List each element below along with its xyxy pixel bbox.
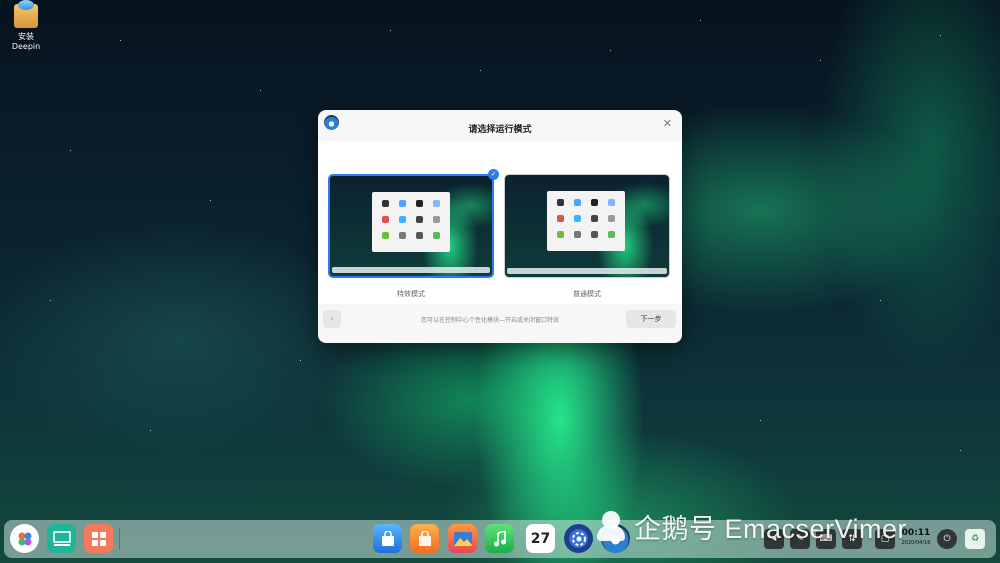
effects-mode-preview	[328, 174, 494, 278]
dialog-footer: ‹ 您可以在控制中心个性化模块—开启或关闭窗口特效 下一步	[318, 304, 682, 343]
app-store-icon[interactable]	[373, 524, 402, 553]
preview-window	[547, 191, 625, 251]
back-button[interactable]: ‹	[323, 310, 341, 328]
mode-option-effects[interactable]: ✓ 特效模式	[328, 169, 499, 299]
multitask-view-icon[interactable]	[47, 524, 76, 553]
launcher-icon[interactable]	[10, 524, 39, 553]
music-icon[interactable]	[485, 524, 514, 553]
dialog-body: ✓ 特效模式 普通模式	[318, 141, 682, 304]
mode-label-effects: 特效模式	[397, 290, 425, 298]
calendar-icon[interactable]: 27	[526, 524, 555, 553]
dialog-title: 请选择运行模式	[468, 125, 532, 135]
shopping-bag-icon[interactable]	[410, 524, 439, 553]
dock-separator	[119, 528, 120, 550]
desktop-icon-label-line1: 安装	[18, 32, 34, 41]
preview-dock	[507, 268, 667, 274]
watermark-text: 企鹅号 EmacserVimer	[634, 513, 908, 544]
selected-check-icon: ✓	[488, 169, 499, 180]
power-icon[interactable]: ⏻	[937, 529, 957, 549]
next-button[interactable]: 下一步	[626, 310, 676, 328]
desktop-icon-install-deepin[interactable]: 安装 Deepin	[8, 0, 44, 52]
preview-dock	[332, 267, 490, 273]
dialog-hint: 您可以在控制中心个性化模块—开启或关闭窗口特效	[420, 317, 559, 324]
settings-icon[interactable]	[564, 524, 593, 553]
normal-mode-preview	[504, 174, 670, 278]
close-icon[interactable]: ✕	[663, 117, 672, 130]
penguin-logo-icon	[594, 509, 628, 543]
show-desktop-icon[interactable]	[84, 524, 113, 553]
mode-label-normal: 普通模式	[573, 290, 601, 298]
run-mode-dialog: 请选择运行模式 ✕ ✓ 特效模式 普通模式 ‹ 您可以在控制中心个性化模块—开启…	[318, 110, 682, 343]
desktop-icon-label-line2: Deepin	[11, 42, 41, 51]
preview-window	[372, 192, 450, 252]
trash-icon[interactable]: ♻	[965, 529, 985, 549]
mode-option-normal[interactable]: 普通模式	[504, 174, 670, 299]
watermark: 企鹅号 EmacserVimer	[594, 505, 907, 547]
image-viewer-icon[interactable]	[448, 524, 477, 553]
installer-box-icon	[14, 0, 38, 28]
